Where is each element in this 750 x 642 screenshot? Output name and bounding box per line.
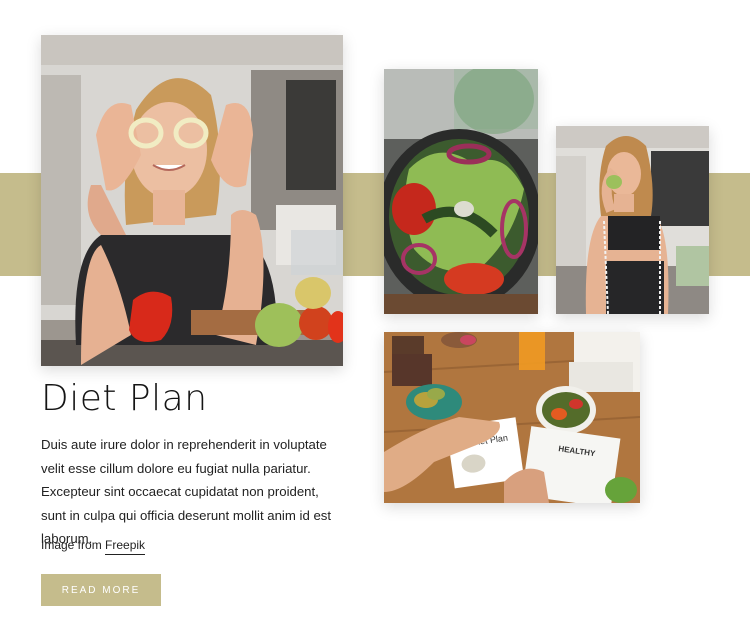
salad-bowl-photo: [384, 69, 538, 314]
diet-plan-table-photo: Diet Plan HEALTHY: [384, 332, 640, 503]
image-credit: Image from Freepik: [41, 538, 146, 555]
read-more-button[interactable]: READ MORE: [41, 574, 161, 606]
description-text: Duis aute irure dolor in reprehenderit i…: [41, 437, 332, 546]
credit-prefix: Image from: [41, 538, 106, 552]
page-title: Diet Plan: [41, 378, 208, 419]
woman-pepper-rings-photo: [41, 35, 343, 366]
freepik-link[interactable]: Freepik: [105, 538, 146, 555]
woman-eating-apple-photo: [556, 126, 709, 314]
